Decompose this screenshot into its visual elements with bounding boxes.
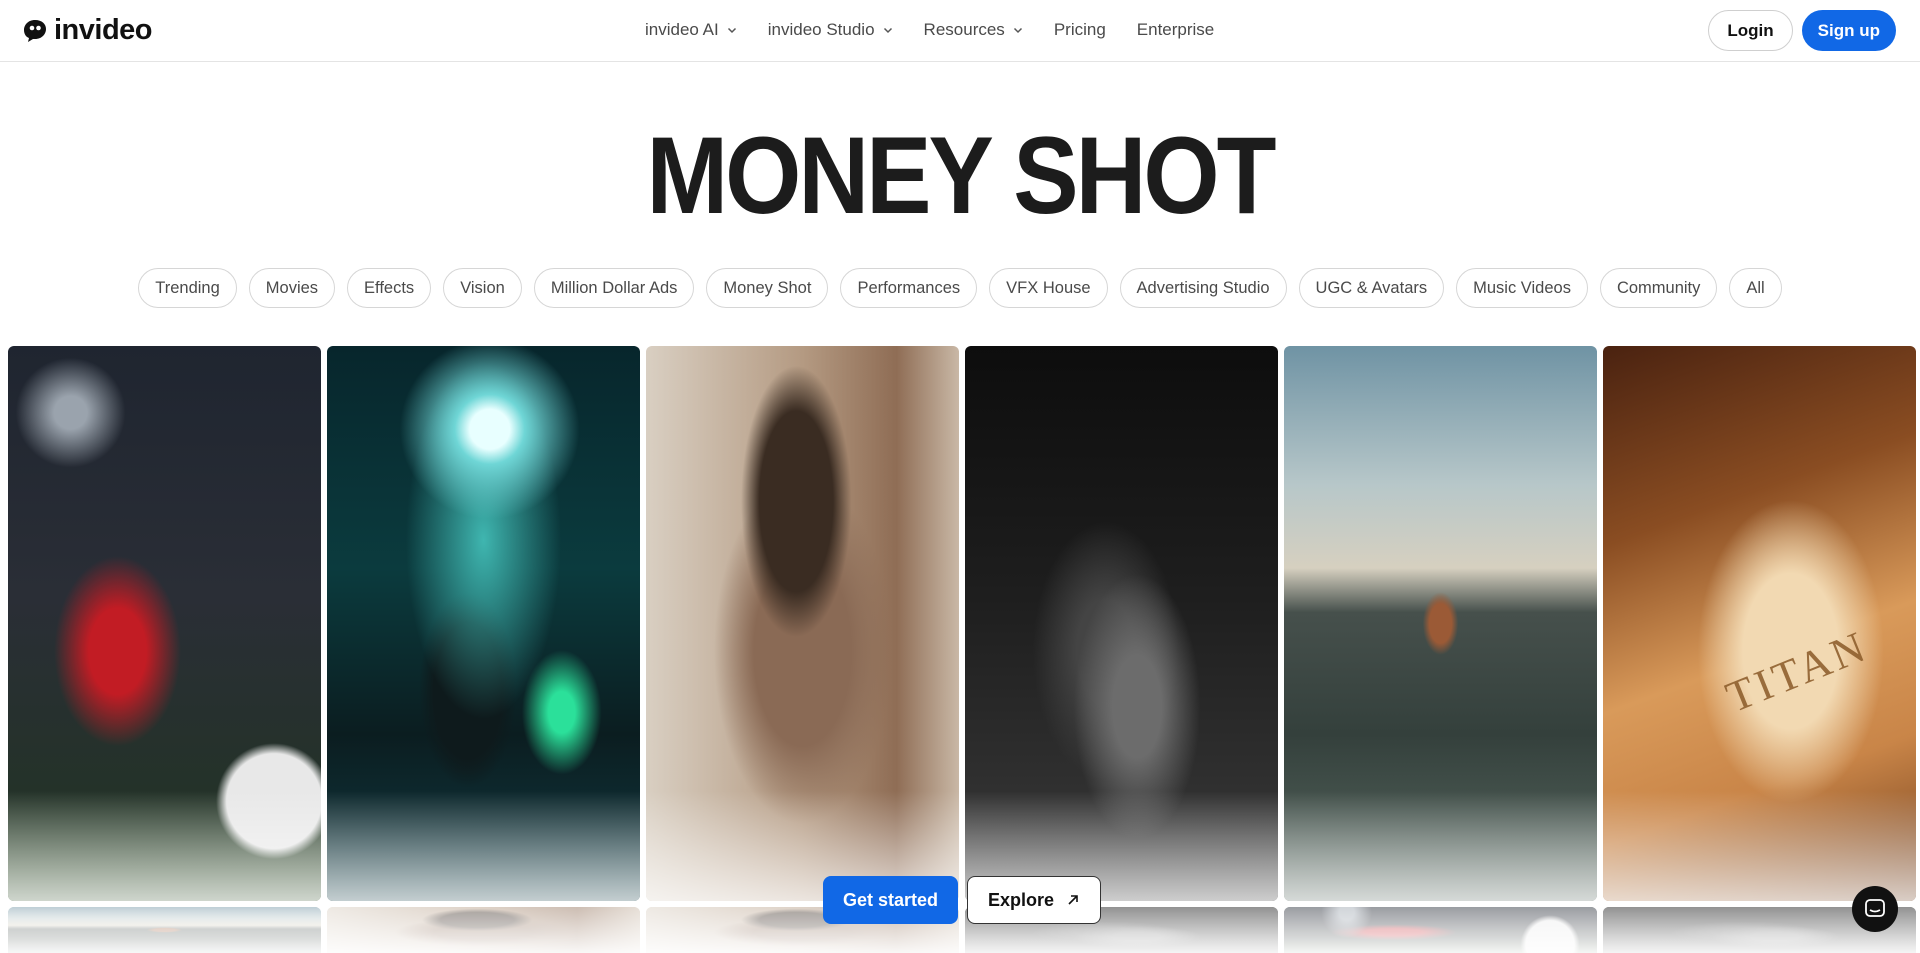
explore-label: Explore bbox=[988, 889, 1055, 910]
category-chip-advertising-studio[interactable]: Advertising Studio bbox=[1119, 268, 1287, 308]
video-card[interactable] bbox=[1284, 907, 1597, 953]
category-chip-vision[interactable]: Vision bbox=[443, 268, 522, 308]
video-card[interactable] bbox=[327, 907, 640, 953]
page-title: MONEY SHOT bbox=[646, 113, 1276, 237]
nav-enterprise[interactable]: Enterprise bbox=[1137, 20, 1214, 40]
category-chip-million-dollar-ads[interactable]: Million Dollar Ads bbox=[533, 268, 695, 308]
category-chip-vfx-house[interactable]: VFX House bbox=[989, 268, 1108, 308]
category-chip-music-videos[interactable]: Music Videos bbox=[1456, 268, 1588, 308]
login-button[interactable]: Login bbox=[1708, 10, 1793, 51]
nav-label: Pricing bbox=[1053, 20, 1106, 39]
category-chip-movies[interactable]: Movies bbox=[248, 268, 336, 308]
cta-group: Get started Explore bbox=[823, 876, 1102, 924]
chevron-down-icon bbox=[727, 27, 736, 34]
chevron-down-icon bbox=[883, 27, 892, 34]
brand-name: invideo bbox=[54, 14, 153, 46]
get-started-button[interactable]: Get started bbox=[823, 876, 959, 924]
auth-actions: Login Sign up bbox=[1708, 10, 1896, 51]
video-card[interactable] bbox=[8, 907, 321, 953]
video-gallery: TITAN bbox=[8, 346, 1916, 901]
nav-label: invideo Studio bbox=[767, 20, 875, 39]
arrow-up-right-icon bbox=[1068, 895, 1078, 905]
video-card-panther[interactable] bbox=[327, 346, 640, 901]
category-chip-performances[interactable]: Performances bbox=[840, 268, 978, 308]
chat-launcher[interactable] bbox=[1852, 886, 1898, 932]
watch-engraving: TITAN bbox=[1719, 620, 1876, 723]
category-chip-trending[interactable]: Trending bbox=[138, 268, 237, 308]
video-card-soccer[interactable] bbox=[8, 346, 321, 901]
video-card-watch[interactable]: TITAN bbox=[1603, 346, 1916, 901]
video-card-sunglasses[interactable] bbox=[646, 346, 959, 901]
nav-label: Enterprise bbox=[1136, 20, 1215, 39]
explore-button[interactable]: Explore bbox=[967, 876, 1102, 924]
chat-bubble-icon bbox=[1865, 899, 1885, 917]
invideo-logo-icon bbox=[24, 19, 46, 42]
category-chips: Trending Movies Effects Vision Million D… bbox=[0, 268, 1920, 308]
category-chip-money-shot[interactable]: Money Shot bbox=[706, 268, 829, 308]
signup-button[interactable]: Sign up bbox=[1801, 10, 1896, 51]
chevron-down-icon bbox=[1013, 27, 1022, 34]
top-header: invideo invideo AI invideo Studio Resour… bbox=[0, 0, 1920, 62]
video-card-building[interactable] bbox=[1284, 346, 1597, 901]
category-chip-community[interactable]: Community bbox=[1599, 268, 1718, 308]
nav-invideo-ai[interactable]: invideo AI bbox=[645, 20, 737, 40]
video-card-hand[interactable] bbox=[965, 346, 1278, 901]
nav-pricing[interactable]: Pricing bbox=[1054, 20, 1106, 40]
nav-label: invideo AI bbox=[645, 20, 719, 39]
main-nav: invideo AI invideo Studio Resources Pric… bbox=[645, 20, 1214, 40]
category-chip-ugc-avatars[interactable]: UGC & Avatars bbox=[1298, 268, 1445, 308]
category-chip-effects[interactable]: Effects bbox=[347, 268, 432, 308]
nav-resources[interactable]: Resources bbox=[924, 20, 1023, 40]
category-chip-all[interactable]: All bbox=[1729, 268, 1782, 308]
nav-invideo-studio[interactable]: invideo Studio bbox=[768, 20, 893, 40]
brand-logo[interactable]: invideo bbox=[22, 14, 153, 47]
nav-label: Resources bbox=[923, 20, 1005, 39]
